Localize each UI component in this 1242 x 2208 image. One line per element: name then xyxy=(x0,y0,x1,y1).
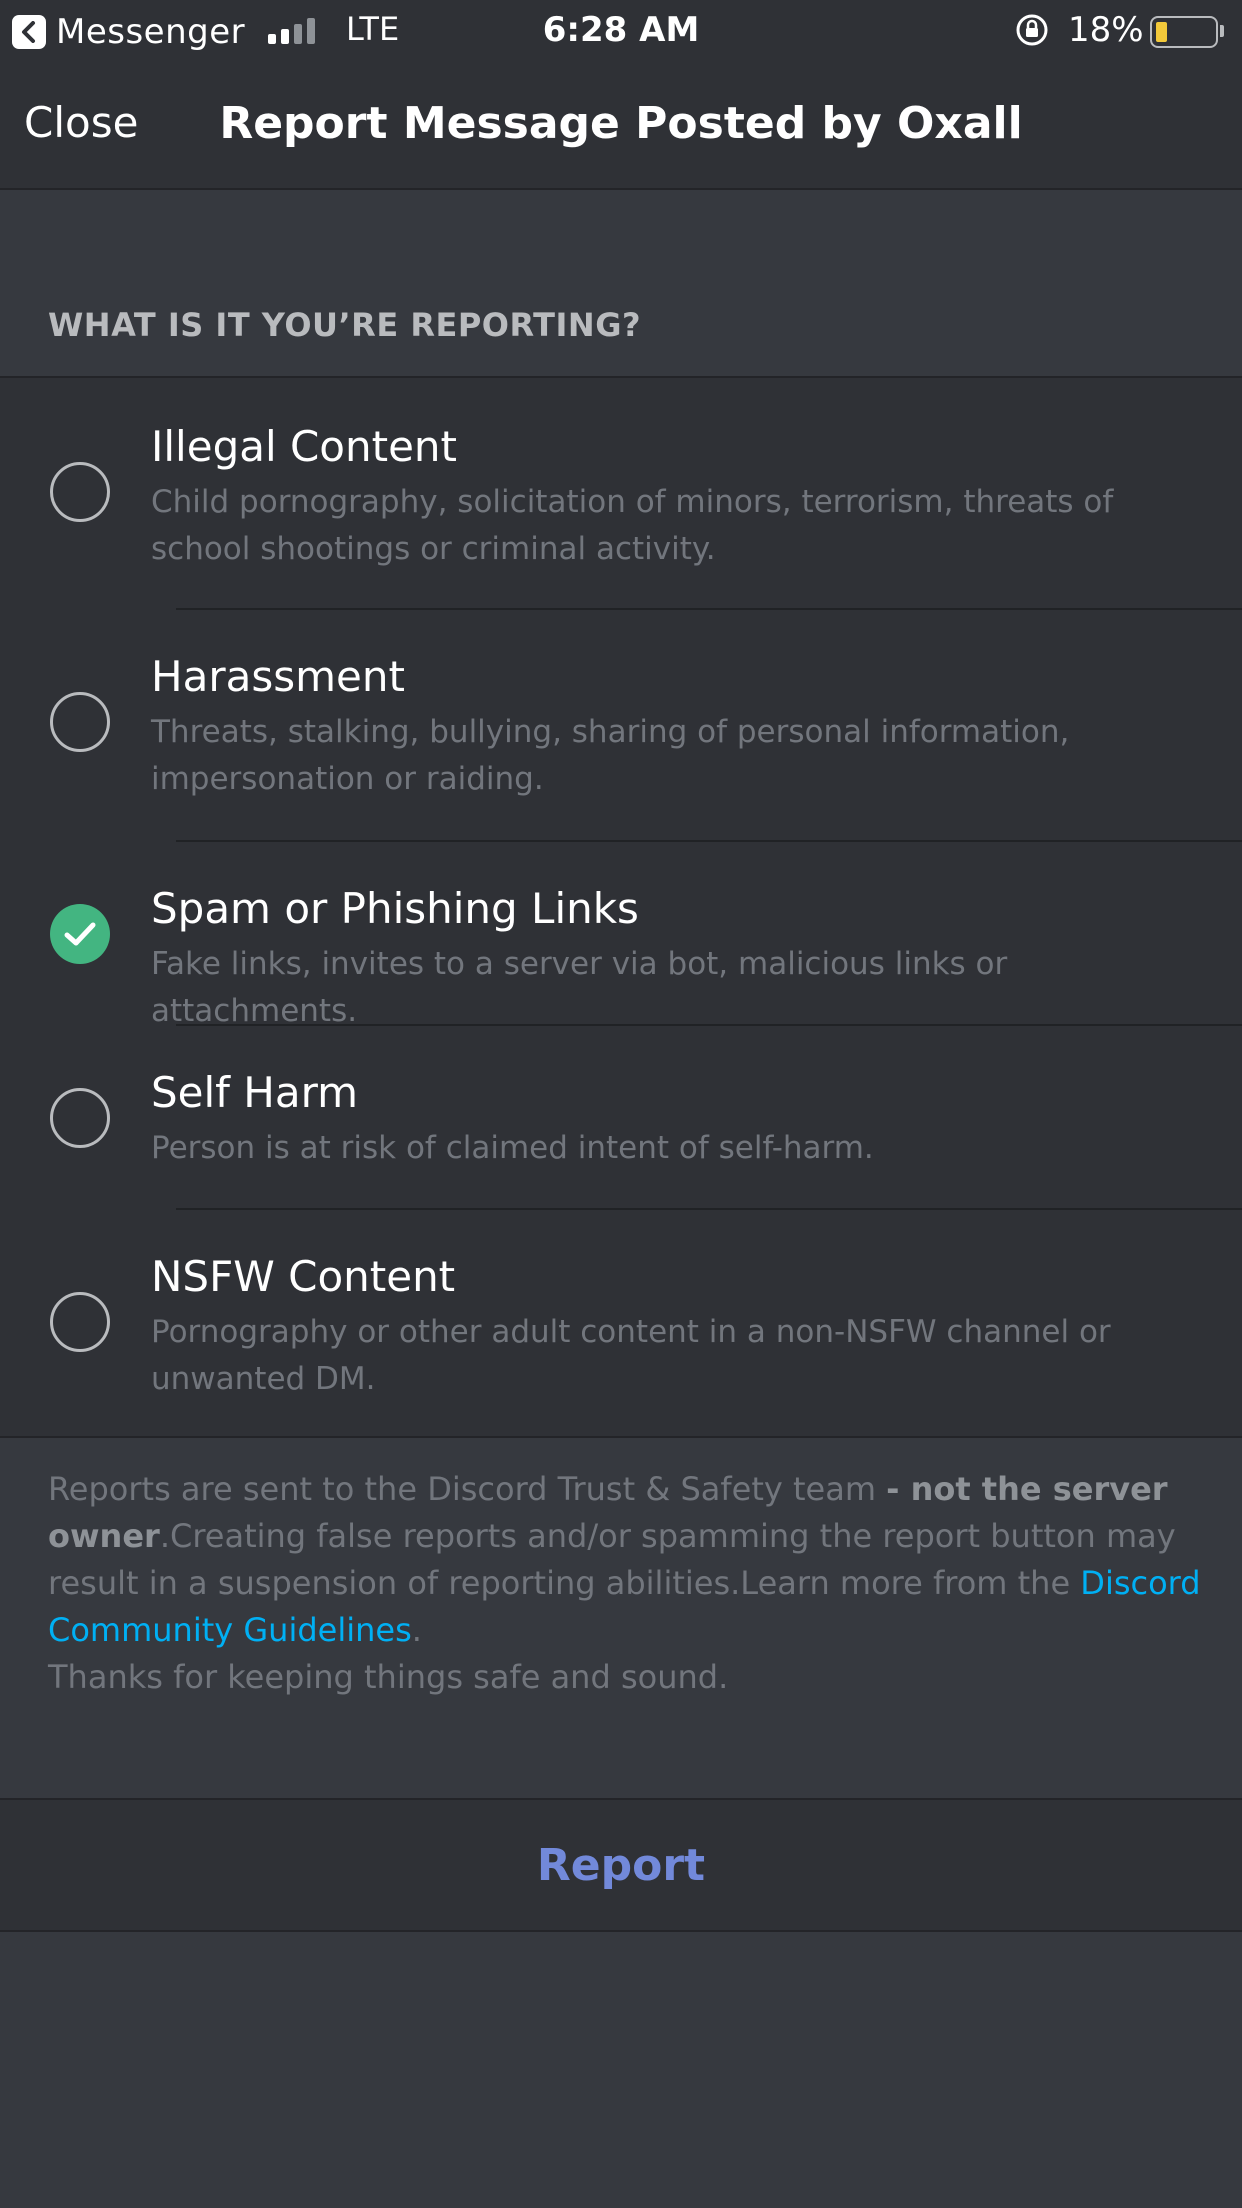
report-bar: Report xyxy=(0,1798,1242,1932)
status-time: 6:28 AM xyxy=(542,10,700,50)
report-reason-list: Illegal Content Child pornography, solic… xyxy=(0,376,1242,1438)
option-description: Fake links, invites to a server via bot,… xyxy=(151,946,1008,1029)
report-button[interactable]: Report xyxy=(0,1800,1242,1930)
option-self-harm[interactable]: Self Harm Person is at risk of claimed i… xyxy=(0,1026,1242,1210)
option-title: Harassment xyxy=(151,652,405,701)
disclaimer-thanks: Thanks for keeping things safe and sound… xyxy=(48,1658,729,1696)
option-title: Self Harm xyxy=(151,1068,359,1117)
option-description: Child pornography, solicitation of minor… xyxy=(151,484,1114,567)
option-title: Illegal Content xyxy=(151,422,458,471)
option-spam-or-phishing-links[interactable]: Spam or Phishing Links Fake links, invit… xyxy=(0,842,1242,1029)
rotation-lock-icon xyxy=(1016,14,1048,46)
status-bar: Messenger LTE 6:28 AM 18% xyxy=(0,0,1242,62)
report-disclaimer: Reports are sent to the Discord Trust & … xyxy=(48,1466,1208,1701)
battery-percent: 18% xyxy=(1068,10,1144,50)
option-description: Pornography or other adult content in a … xyxy=(151,1314,1111,1397)
disclaimer-text: . xyxy=(411,1611,422,1649)
battery-tip xyxy=(1220,25,1224,37)
battery-icon xyxy=(1150,16,1218,48)
disclaimer-text: .Creating false reports and/or spamming … xyxy=(48,1517,1176,1602)
checkmark-icon xyxy=(64,922,96,946)
radio-button-unchecked[interactable] xyxy=(50,692,110,752)
option-nsfw-content[interactable]: NSFW Content Pornography or other adult … xyxy=(0,1210,1242,1438)
radio-button-unchecked[interactable] xyxy=(50,1292,110,1352)
option-description: Person is at risk of claimed intent of s… xyxy=(151,1130,874,1166)
option-harassment[interactable]: Harassment Threats, stalking, bullying, … xyxy=(0,610,1242,842)
page-title: Report Message Posted by Oxall xyxy=(219,98,1023,149)
radio-button-unchecked[interactable] xyxy=(50,1088,110,1148)
radio-button-checked[interactable] xyxy=(50,904,110,964)
option-illegal-content[interactable]: Illegal Content Child pornography, solic… xyxy=(0,378,1242,610)
option-title: Spam or Phishing Links xyxy=(151,884,639,933)
disclaimer-text: Reports are sent to the Discord Trust & … xyxy=(48,1470,887,1508)
option-title: NSFW Content xyxy=(151,1252,456,1301)
section-header: WHAT IS IT YOU’RE REPORTING? xyxy=(48,306,642,344)
radio-button-unchecked[interactable] xyxy=(50,462,110,522)
navigation-bar: Close Report Message Posted by Oxall xyxy=(0,62,1242,190)
option-description: Threats, stalking, bullying, sharing of … xyxy=(151,714,1070,797)
